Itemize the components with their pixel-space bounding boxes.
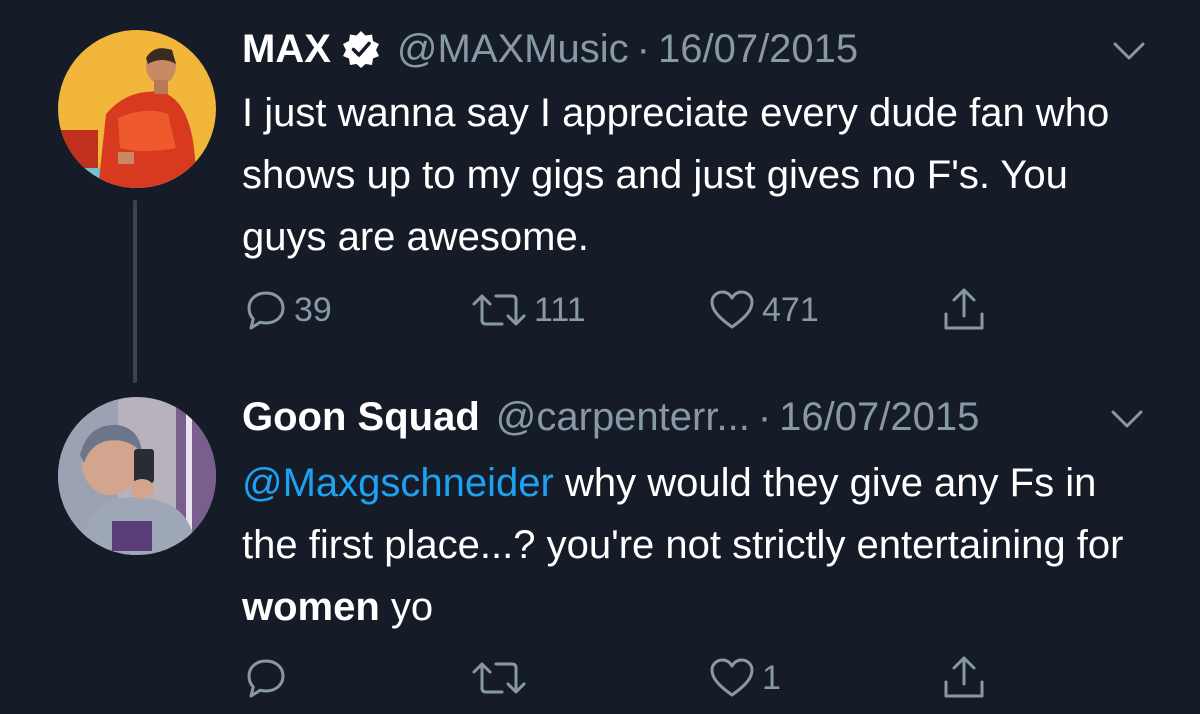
retweet-icon [472, 294, 526, 326]
retweet-button[interactable]: 111 [470, 284, 586, 336]
share-icon [944, 656, 984, 698]
reply-button[interactable]: 39 [244, 284, 332, 336]
separator-dot: · [757, 395, 772, 439]
tweet-date[interactable]: 16/07/2015 [779, 392, 979, 442]
author-handle[interactable]: @carpenterr... [496, 392, 750, 442]
avatar[interactable] [58, 397, 216, 555]
tweet-thread: MAX @MAXMusic · 16/07/2015 I just wanna … [0, 0, 1200, 714]
tweet-text-bold: women [242, 585, 380, 629]
tweet-text-tail: yo [379, 585, 434, 629]
reply-count: 39 [294, 290, 332, 329]
tweet-text: @Maxgschneider why would they give any F… [242, 452, 1162, 638]
avatar[interactable] [58, 30, 216, 188]
heart-icon [710, 290, 754, 329]
chevron-down-icon[interactable] [1112, 40, 1146, 62]
speech-bubble-icon [247, 291, 285, 330]
heart-icon [710, 658, 754, 697]
tweet-header: MAX @MAXMusic · 16/07/2015 [242, 24, 858, 74]
share-icon [944, 288, 984, 330]
share-button[interactable] [940, 284, 988, 336]
share-button[interactable] [940, 652, 988, 704]
avatar-image [58, 397, 216, 555]
speech-bubble-icon [247, 659, 285, 698]
author-handle[interactable]: @MAXMusic [397, 24, 629, 74]
like-count: 471 [762, 290, 819, 329]
mention-link[interactable]: @Maxgschneider [242, 461, 554, 505]
reply-button[interactable] [244, 652, 294, 704]
tweet-actions: 1 [0, 652, 1200, 704]
tweet-actions: 39 111 471 [0, 284, 1200, 336]
retweet-count: 111 [534, 290, 586, 329]
tweet-text: I just wanna say I appreciate every dude… [242, 91, 1110, 259]
like-count: 1 [762, 658, 781, 697]
like-button[interactable]: 1 [708, 652, 781, 704]
tweet-header: Goon Squad @carpenterr... · 16/07/2015 [242, 392, 979, 442]
verified-badge-icon [342, 31, 379, 68]
chevron-down-icon[interactable] [1110, 408, 1144, 430]
author-name[interactable]: Goon Squad [242, 392, 480, 442]
author-name[interactable]: MAX [242, 24, 331, 74]
avatar-image [58, 30, 216, 188]
separator-dot: · [636, 27, 650, 71]
retweet-icon [472, 662, 526, 694]
tweet-date[interactable]: 16/07/2015 [658, 24, 858, 74]
retweet-button[interactable] [470, 652, 534, 704]
like-button[interactable]: 471 [708, 284, 819, 336]
